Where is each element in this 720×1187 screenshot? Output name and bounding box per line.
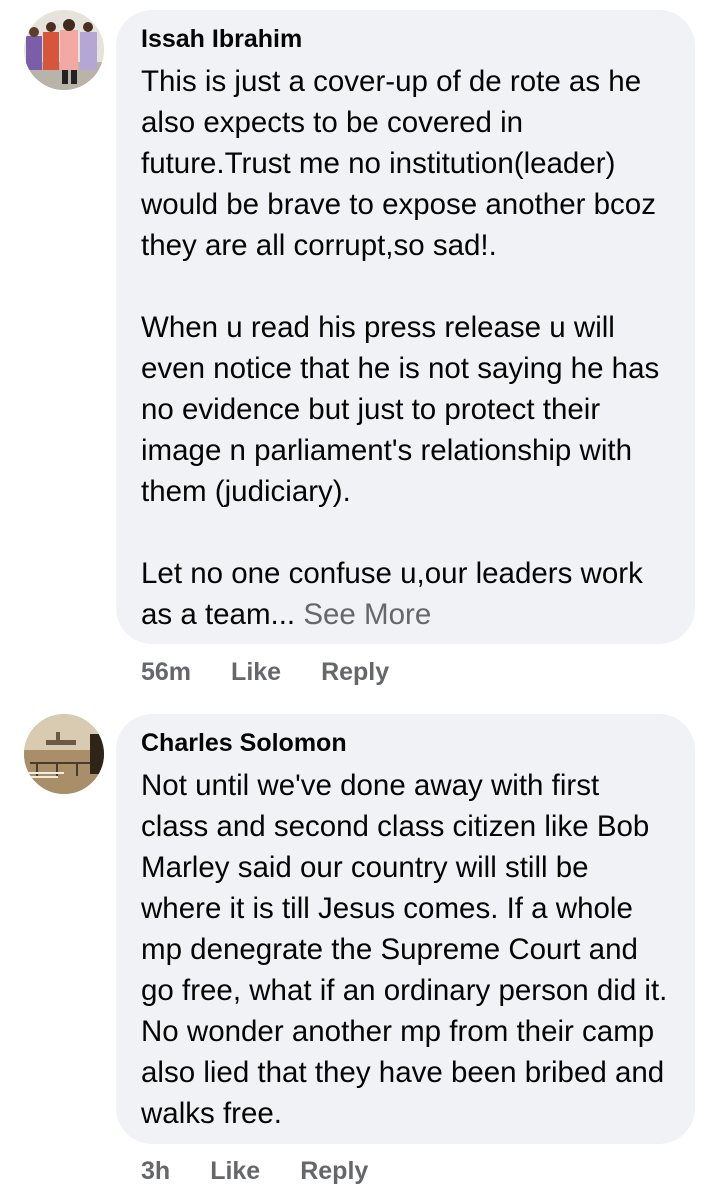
- profile-photo-group-icon: [24, 10, 104, 90]
- like-button[interactable]: Like: [231, 657, 281, 687]
- comment-author[interactable]: Issah Ibrahim: [141, 24, 671, 54]
- reply-button[interactable]: Reply: [321, 657, 389, 687]
- comment-text: Not until we've done away with first cla…: [141, 765, 671, 1134]
- comment-paragraph: This is just a cover-up of de rote as he…: [141, 65, 656, 262]
- comment-author[interactable]: Charles Solomon: [141, 728, 671, 758]
- profile-photo-ship-icon: [24, 714, 104, 794]
- reply-button[interactable]: Reply: [300, 1156, 368, 1186]
- comment-text: This is just a cover-up of de rote as he…: [141, 61, 671, 635]
- comment-timestamp[interactable]: 56m: [141, 657, 191, 687]
- see-more-link[interactable]: See More: [303, 598, 431, 631]
- comment-paragraph: Let no one confuse u,our leaders work as…: [141, 553, 671, 635]
- comment-bubble: Issah Ibrahim This is just a cover-up of…: [116, 10, 695, 644]
- author-avatar-charles[interactable]: [24, 714, 104, 794]
- comment-paragraph: When u read his press release u will eve…: [141, 311, 660, 508]
- comment-bubble: Charles Solomon Not until we've done awa…: [116, 714, 695, 1144]
- comment-timestamp[interactable]: 3h: [141, 1156, 170, 1186]
- comment-actions: 56m Like Reply: [141, 657, 389, 687]
- comment-actions: 3h Like Reply: [141, 1156, 368, 1186]
- like-button[interactable]: Like: [210, 1156, 260, 1186]
- author-avatar-issah[interactable]: [24, 10, 104, 90]
- comment-paragraph: Not until we've done away with first cla…: [141, 769, 668, 1130]
